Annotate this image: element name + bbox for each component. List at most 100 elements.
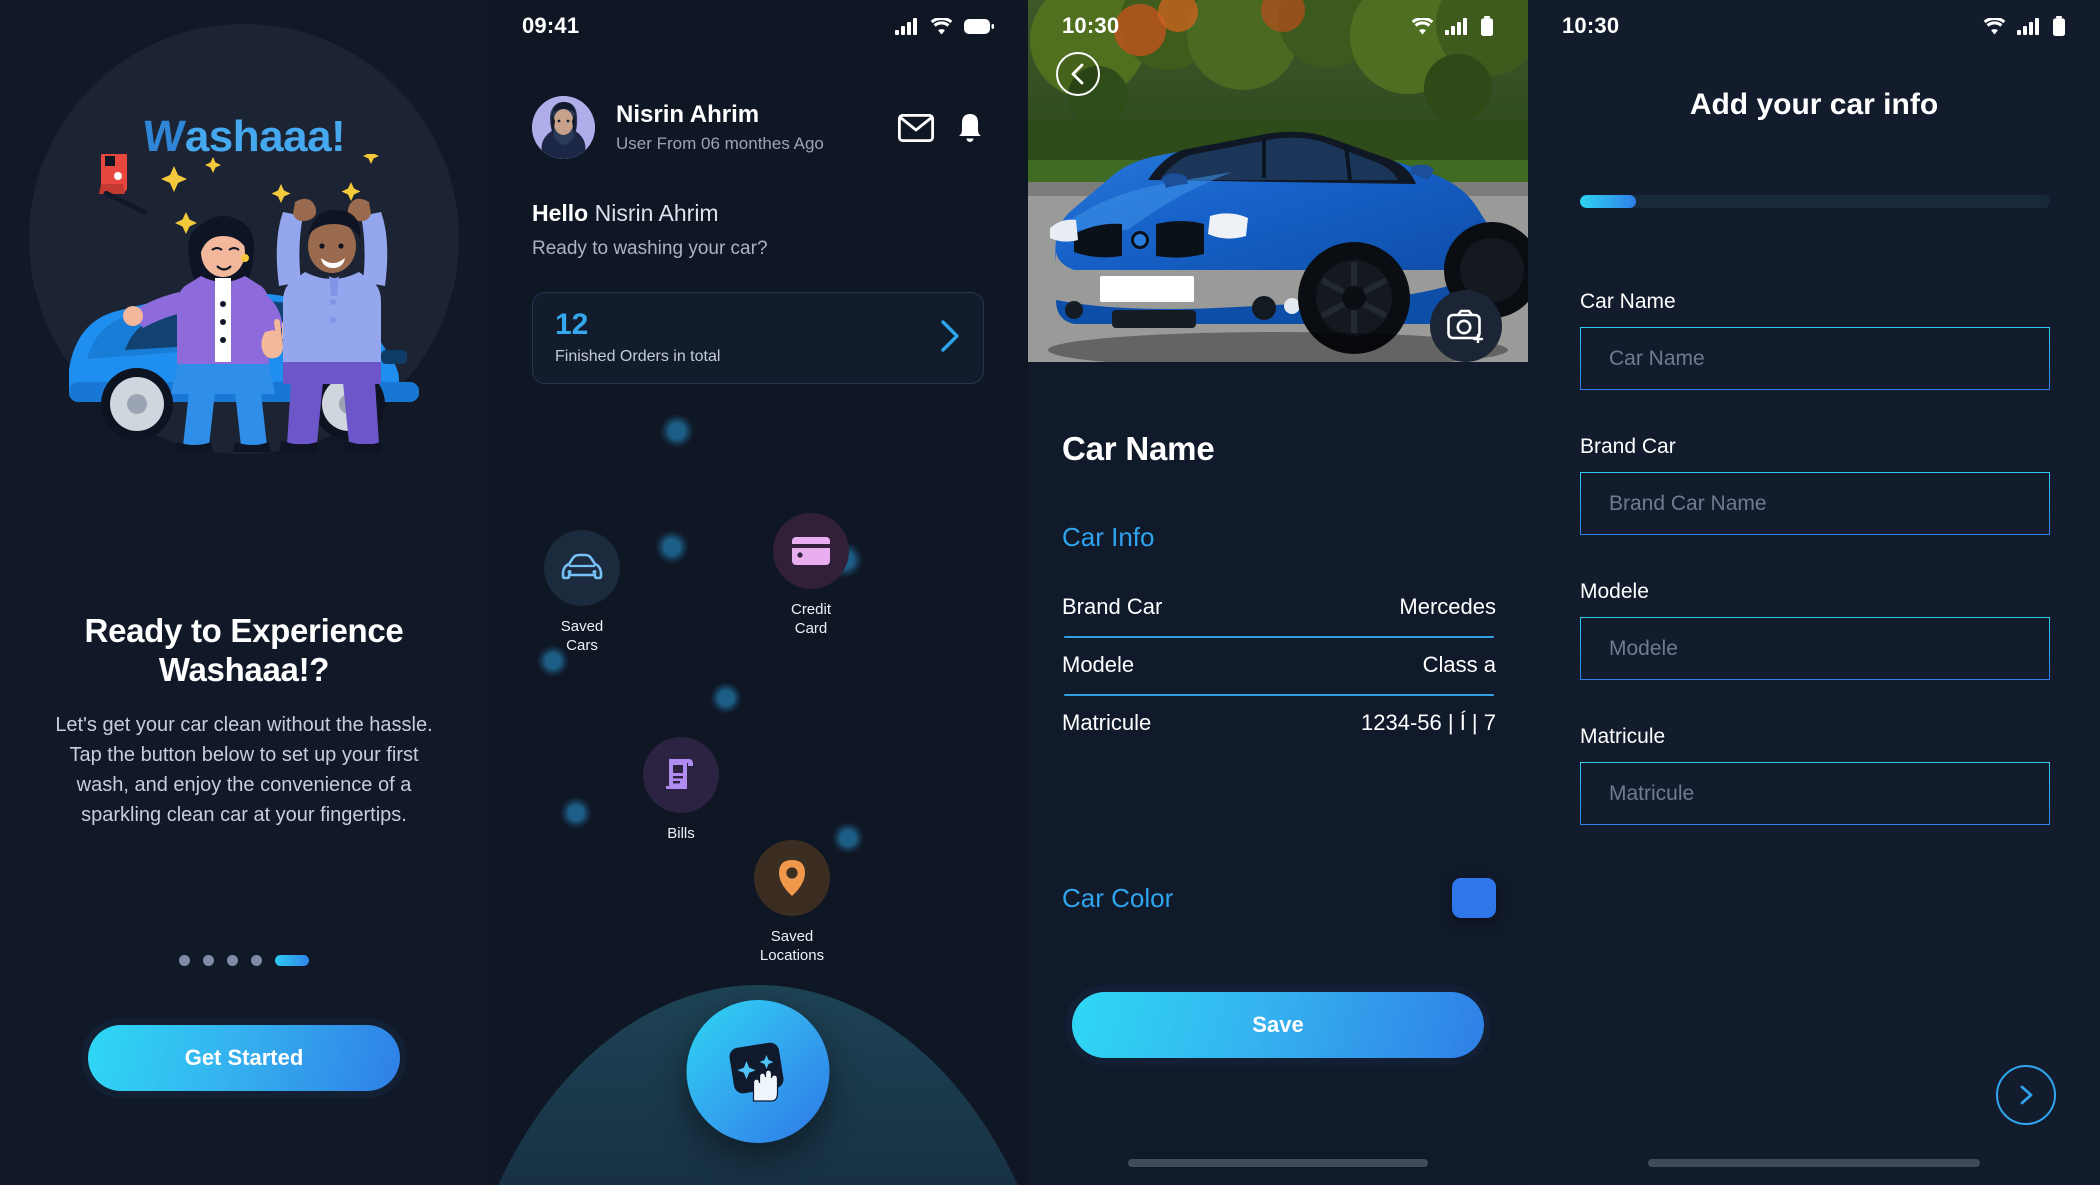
page-dot[interactable] bbox=[251, 955, 262, 966]
home-indicator bbox=[1648, 1159, 1980, 1167]
wifi-icon bbox=[1411, 17, 1434, 34]
table-row: Modele Class a bbox=[1062, 638, 1496, 694]
cellular-icon bbox=[1445, 17, 1467, 35]
onboarding-hero: Washaaa! bbox=[29, 24, 459, 454]
status-time: 10:30 bbox=[1062, 13, 1120, 38]
matricule-input[interactable] bbox=[1580, 762, 2050, 825]
multi-screen-mockup: Washaaa! Ready to Experience Washaaa!? L… bbox=[0, 0, 2100, 1185]
field-label: Modele bbox=[1580, 580, 1649, 603]
car-color-swatch[interactable] bbox=[1452, 878, 1496, 918]
page-dot[interactable] bbox=[203, 955, 214, 966]
wash-hand-icon bbox=[729, 1042, 783, 1102]
battery-icon bbox=[964, 18, 994, 34]
avatar[interactable] bbox=[532, 96, 595, 159]
bubble-dot bbox=[560, 797, 592, 829]
credit-card-icon bbox=[773, 513, 849, 589]
cellular-icon bbox=[895, 17, 917, 35]
page-dot[interactable] bbox=[227, 955, 238, 966]
car-color-row: Car Color bbox=[1062, 878, 1496, 918]
bubble-dot bbox=[660, 414, 694, 448]
greeting-name: Nisrin Ahrim bbox=[594, 200, 719, 226]
battery-icon bbox=[2053, 16, 2065, 36]
field-matricule: Matricule bbox=[1580, 725, 2050, 825]
car-info-table: Brand Car Mercedes Modele Class a Matric… bbox=[1062, 580, 1496, 752]
info-key: Matricule bbox=[1062, 710, 1152, 735]
next-step-button[interactable] bbox=[1996, 1065, 2056, 1125]
back-button[interactable] bbox=[1056, 52, 1100, 96]
chevron-left-icon bbox=[1071, 63, 1084, 85]
chevron-right-icon[interactable] bbox=[939, 319, 961, 358]
wifi-icon bbox=[930, 17, 953, 34]
status-time: 10:30 bbox=[1562, 13, 1620, 38]
section-title: Car Info bbox=[1062, 522, 1155, 552]
tile-bills[interactable]: Bills bbox=[643, 737, 719, 844]
save-button[interactable]: Save bbox=[1072, 992, 1484, 1058]
field-modele: Modele bbox=[1580, 580, 2050, 680]
pagination-dots bbox=[0, 955, 488, 966]
add-photo-button[interactable] bbox=[1430, 290, 1502, 362]
onboarding-title: Ready to Experience Washaaa!? bbox=[84, 612, 404, 688]
table-row: Matricule 1234-56 | Í | 7 bbox=[1062, 696, 1496, 752]
field-label: Matricule bbox=[1580, 725, 1666, 748]
status-time: 09:41 bbox=[522, 13, 580, 38]
bubble-dot bbox=[655, 530, 689, 564]
info-value: 1234-56 | Í | 7 bbox=[1361, 710, 1496, 735]
tile-label: Bills bbox=[667, 825, 695, 842]
get-started-button[interactable]: Get Started bbox=[88, 1025, 400, 1091]
car-name-input[interactable] bbox=[1580, 327, 2050, 390]
profile-row[interactable]: Nisrin Ahrim User From 06 monthes Ago bbox=[532, 96, 984, 159]
page-dot[interactable] bbox=[179, 955, 190, 966]
status-icons bbox=[1983, 16, 2066, 36]
screen-onboarding: Washaaa! Ready to Experience Washaaa!? L… bbox=[0, 0, 488, 1185]
modele-input[interactable] bbox=[1580, 617, 2050, 680]
page-title: Car Name bbox=[1062, 430, 1215, 467]
chevron-right-icon bbox=[2020, 1085, 2033, 1105]
mail-icon[interactable] bbox=[898, 113, 934, 142]
onboarding-body: Let's get your car clean without the has… bbox=[55, 714, 433, 826]
info-key: Brand Car bbox=[1062, 594, 1163, 619]
info-value: Class a bbox=[1422, 652, 1496, 677]
status-bar: 09:41 bbox=[488, 0, 1028, 52]
brand-car-input[interactable] bbox=[1580, 472, 2050, 535]
greeting-line: Hello Nisrin Ahrim bbox=[532, 200, 719, 227]
profile-text: Nisrin Ahrim User From 06 monthes Ago bbox=[616, 101, 898, 154]
tile-saved-locations[interactable]: Saved Locations bbox=[754, 840, 830, 966]
orders-text: 12 Finished Orders in total bbox=[555, 310, 720, 366]
page-dot-active[interactable] bbox=[275, 955, 309, 966]
info-value: Mercedes bbox=[1399, 594, 1496, 619]
orders-label: Finished Orders in total bbox=[555, 348, 721, 365]
header-actions bbox=[898, 112, 984, 144]
cellular-icon bbox=[2017, 17, 2039, 35]
car-icon bbox=[544, 530, 620, 606]
tile-label: Saved Cars bbox=[560, 618, 604, 654]
status-icons bbox=[895, 17, 994, 35]
field-brand-car: Brand Car bbox=[1580, 435, 2050, 535]
status-icons bbox=[1411, 16, 1494, 36]
battery-icon bbox=[1481, 16, 1493, 36]
profile-subtitle: User From 06 monthes Ago bbox=[616, 133, 824, 153]
field-car-name: Car Name bbox=[1580, 290, 2050, 390]
celebration-illustration bbox=[69, 154, 419, 454]
screen-add-car-info: 10:30 Add your car info Car Name Car Nam… bbox=[1528, 0, 2100, 1185]
status-bar: 10:30 bbox=[1528, 0, 2100, 52]
table-row: Brand Car Mercedes bbox=[1062, 580, 1496, 636]
tile-saved-cars[interactable]: Saved Cars bbox=[544, 530, 620, 656]
home-indicator bbox=[1128, 1159, 1428, 1167]
profile-name: Nisrin Ahrim bbox=[616, 101, 760, 129]
wash-action-button[interactable] bbox=[686, 1000, 830, 1143]
map-pin-icon bbox=[754, 840, 830, 916]
bubble-dot bbox=[710, 682, 742, 714]
tile-label: Credit Card bbox=[790, 601, 831, 637]
page-title: Add your car info bbox=[1689, 88, 1939, 121]
progress-bar-fill bbox=[1580, 195, 1637, 208]
car-color-label: Car Color bbox=[1062, 882, 1174, 913]
tile-credit-card[interactable]: Credit Card bbox=[773, 513, 849, 639]
bell-icon[interactable] bbox=[956, 112, 984, 144]
greeting-question: Ready to washing your car? bbox=[532, 238, 768, 259]
screen-home: 09:41 Nisrin Ahrim User From 06 monthes … bbox=[488, 0, 1028, 1185]
tile-label: Saved Locations bbox=[759, 928, 825, 964]
wifi-icon bbox=[1983, 17, 2006, 34]
bubble-dot bbox=[832, 822, 864, 854]
finished-orders-card[interactable]: 12 Finished Orders in total bbox=[532, 292, 984, 384]
screen-car-detail: 10:30 Car Name Car Info Brand Car Merced… bbox=[1028, 0, 1528, 1185]
